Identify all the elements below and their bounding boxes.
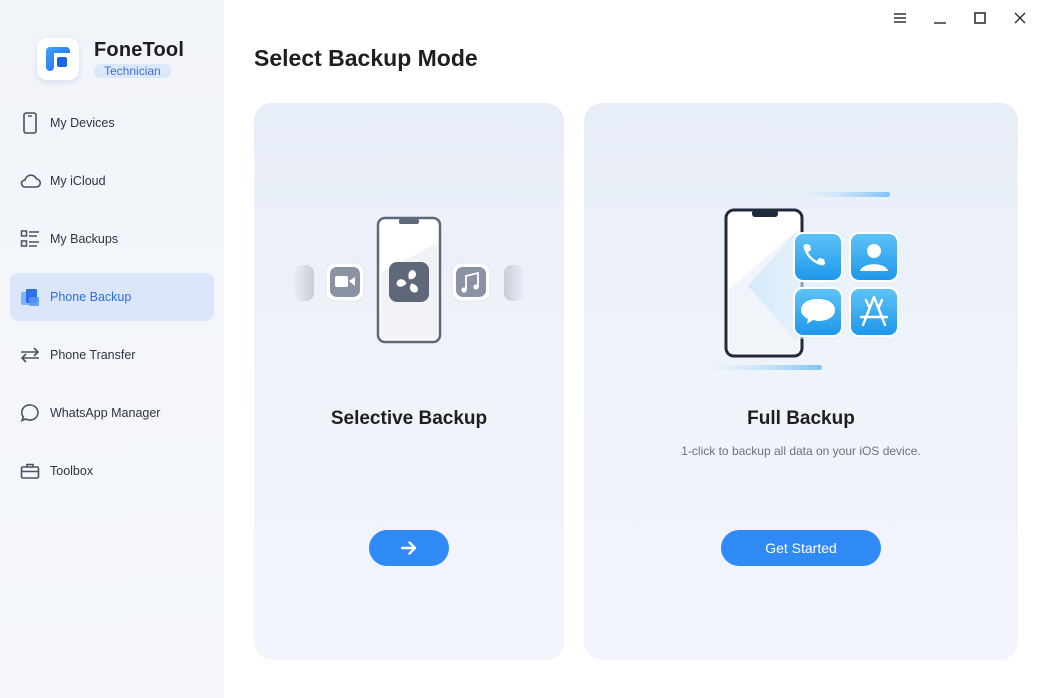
sidebar-item-my-backups[interactable]: My Backups xyxy=(10,215,214,263)
menu-icon[interactable] xyxy=(880,8,920,28)
selective-backup-card[interactable]: Selective Backup xyxy=(254,103,564,660)
sidebar-item-label: Phone Transfer xyxy=(50,348,136,362)
window-controls xyxy=(880,8,1040,28)
selective-backup-start-button[interactable] xyxy=(369,530,449,566)
arrow-right-icon xyxy=(401,541,417,555)
close-icon[interactable] xyxy=(1000,8,1040,28)
sidebar-item-my-devices[interactable]: My Devices xyxy=(10,99,214,147)
phone-icon xyxy=(19,112,41,134)
backup-icon xyxy=(19,286,41,308)
sidebar-item-label: My Devices xyxy=(50,116,115,130)
app-name: FoneTool xyxy=(94,39,185,61)
sidebar-item-label: WhatsApp Manager xyxy=(50,406,161,420)
sidebar: FoneTool Technician My Devices My iCloud… xyxy=(0,0,224,698)
full-backup-title: Full Backup xyxy=(747,408,855,429)
cloud-icon xyxy=(19,170,41,192)
sidebar-item-phone-transfer[interactable]: Phone Transfer xyxy=(10,331,214,379)
minimize-icon[interactable] xyxy=(920,8,960,28)
full-backup-card[interactable]: Full Backup 1-click to backup all data o… xyxy=(584,103,1018,660)
sidebar-item-label: My Backups xyxy=(50,232,119,246)
sidebar-item-toolbox[interactable]: Toolbox xyxy=(10,447,214,495)
full-backup-description: 1-click to backup all data on your iOS d… xyxy=(681,444,921,458)
toolbox-icon xyxy=(19,460,41,482)
sidebar-nav: My Devices My iCloud My Backups Phone Ba… xyxy=(10,99,214,505)
sidebar-item-label: Phone Backup xyxy=(50,290,132,304)
page-title: Select Backup Mode xyxy=(254,45,478,71)
selective-backup-illustration xyxy=(294,216,524,344)
sidebar-item-phone-backup[interactable]: Phone Backup xyxy=(10,273,214,321)
selective-backup-title: Selective Backup xyxy=(330,408,488,429)
maximize-icon[interactable] xyxy=(960,8,1000,28)
fonetool-logo-icon xyxy=(37,38,79,80)
chat-bubble-icon xyxy=(19,402,41,424)
list-icon xyxy=(19,228,41,250)
sidebar-item-my-icloud[interactable]: My iCloud xyxy=(10,157,214,205)
brand: FoneTool Technician xyxy=(37,38,184,80)
sidebar-item-label: My iCloud xyxy=(50,174,106,188)
edition-badge: Technician xyxy=(94,64,171,78)
sidebar-item-whatsapp-manager[interactable]: WhatsApp Manager xyxy=(10,389,214,437)
sidebar-item-label: Toolbox xyxy=(50,464,94,478)
get-started-button[interactable]: Get Started xyxy=(721,530,881,566)
transfer-arrows-icon xyxy=(19,344,41,366)
full-backup-illustration xyxy=(704,192,899,370)
